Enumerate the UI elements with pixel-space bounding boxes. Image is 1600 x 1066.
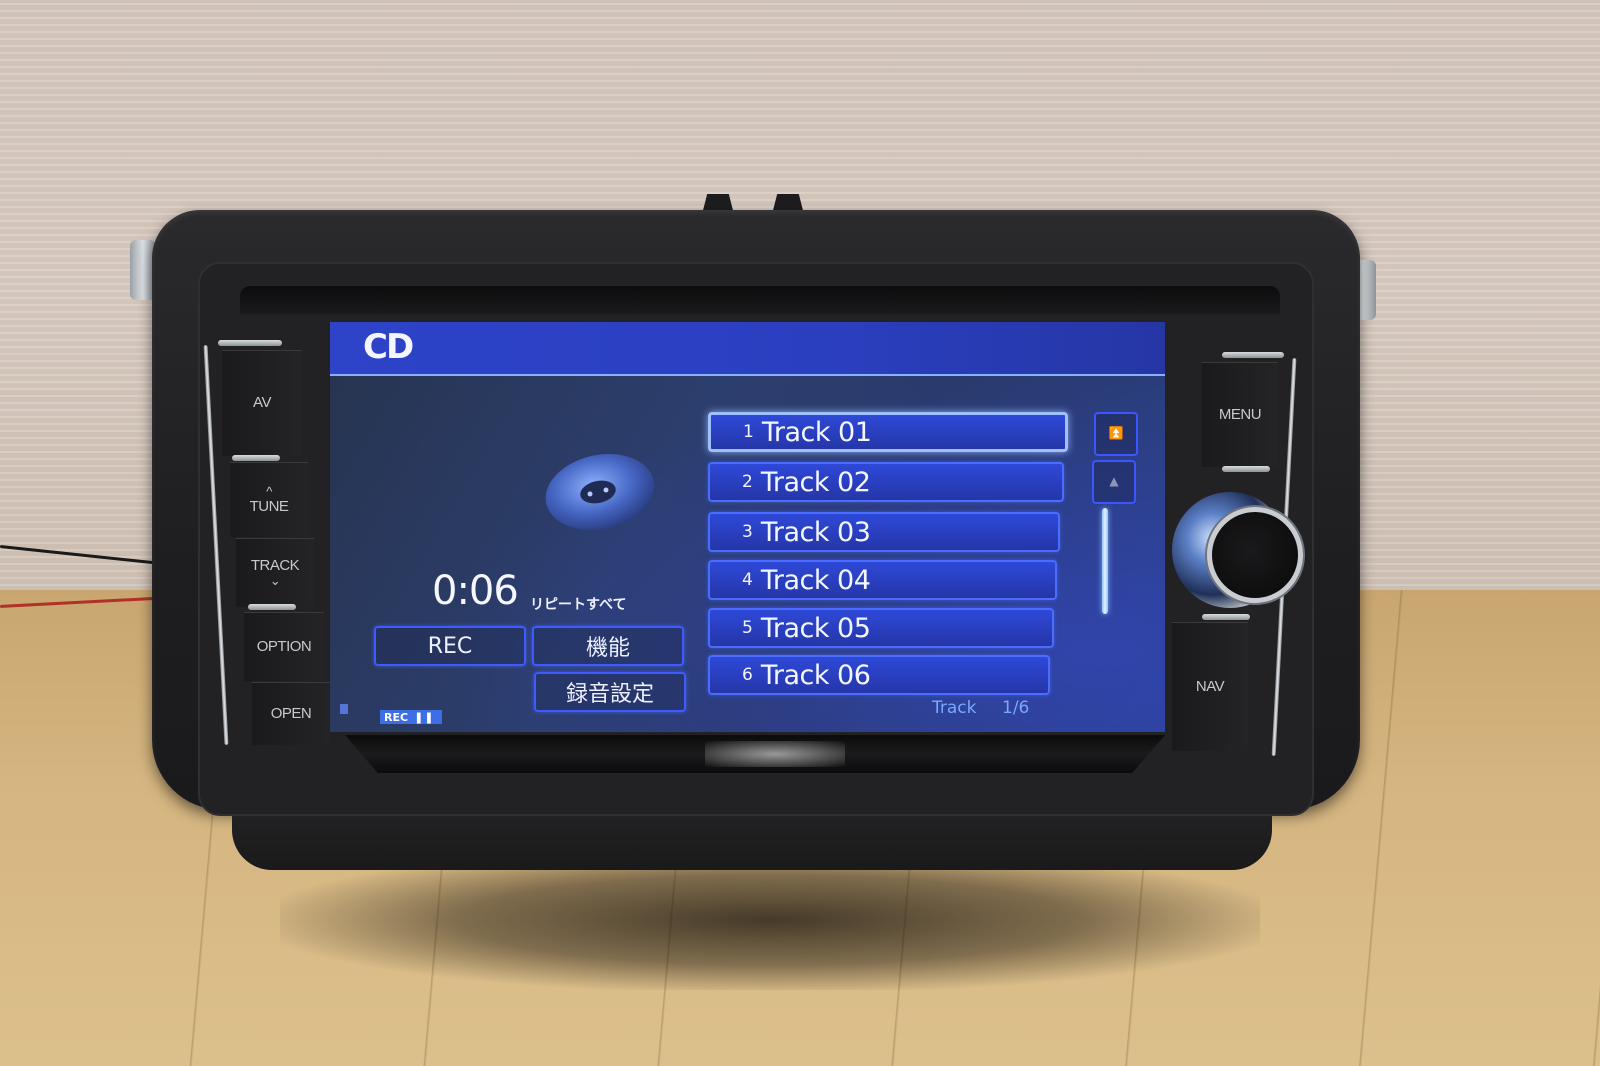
track-title: Track 02 xyxy=(760,466,871,498)
chrome-tab xyxy=(218,340,282,346)
tune-button-label: TUNE xyxy=(249,497,289,515)
side-marker-icon xyxy=(340,704,348,714)
scroll-top-button[interactable]: ⏫ xyxy=(1094,412,1138,456)
track-title: Track 06 xyxy=(760,659,871,691)
cd-disc-icon xyxy=(545,454,655,530)
display-screen: CD 0:06 リピートすべて REC 機能 録音設定 REC ❚❚ 1 Tra… xyxy=(330,322,1165,732)
gloss-trim-top xyxy=(240,286,1280,314)
open-button[interactable]: OPEN xyxy=(252,682,330,745)
av-button-label: AV xyxy=(253,394,271,412)
track-list-item[interactable]: 6 Track 06 xyxy=(708,655,1050,695)
chrome-tab xyxy=(232,455,280,461)
chevron-up-icon: ^ xyxy=(266,483,272,499)
menu-button-label: MENU xyxy=(1218,405,1262,423)
rec-settings-button[interactable]: 録音設定 xyxy=(534,672,686,712)
scroll-up-button[interactable]: ▲ xyxy=(1092,460,1136,504)
chevron-down-icon: ⌄ xyxy=(269,573,281,589)
track-list-item[interactable]: 1 Track 01 xyxy=(708,412,1068,452)
nav-button-label: NAV xyxy=(1195,677,1225,695)
chevron-up-icon: ▲ xyxy=(1109,474,1119,489)
rec-button[interactable]: REC xyxy=(374,626,526,666)
rec-button-label: REC xyxy=(427,633,473,659)
rec-status-label: REC xyxy=(384,710,409,724)
screen-header: CD xyxy=(330,322,1165,376)
track-down-button[interactable]: TRACK ⌄ xyxy=(236,538,314,607)
double-chevron-up-icon: ⏫ xyxy=(1108,426,1124,441)
list-scrollbar[interactable] xyxy=(1102,508,1108,614)
chrome-tab xyxy=(1222,466,1270,472)
chrome-tab xyxy=(248,604,296,610)
track-number: 2 xyxy=(742,472,753,492)
track-number: 6 xyxy=(742,665,753,685)
menu-button[interactable]: MENU xyxy=(1202,362,1278,467)
track-number: 5 xyxy=(742,618,753,638)
chrome-tab xyxy=(1222,352,1284,358)
function-button[interactable]: 機能 xyxy=(532,626,684,666)
track-page-label: Track xyxy=(932,698,977,718)
head-unit-base xyxy=(232,810,1272,870)
chrome-tab xyxy=(1202,614,1250,620)
option-button[interactable]: OPTION xyxy=(244,612,324,681)
av-button[interactable]: AV xyxy=(222,350,302,456)
source-title: CD xyxy=(363,327,414,367)
track-number: 1 xyxy=(743,422,754,442)
gloss-trim-bottom xyxy=(345,735,1165,773)
elapsed-time: 0:06 xyxy=(432,568,519,614)
option-button-label: OPTION xyxy=(256,637,312,655)
pause-icon: ❚❚ xyxy=(414,710,435,724)
rotary-knob[interactable] xyxy=(1207,507,1303,603)
track-list-item[interactable]: 3 Track 03 xyxy=(708,512,1060,552)
rec-settings-button-label: 録音設定 xyxy=(565,682,654,707)
rec-status-badge: REC ❚❚ xyxy=(380,710,442,724)
track-title: Track 04 xyxy=(760,564,871,596)
unit-shadow xyxy=(280,850,1260,990)
repeat-mode-label: リピートすべて xyxy=(530,597,627,613)
track-number: 4 xyxy=(742,570,753,590)
track-list-item[interactable]: 2 Track 02 xyxy=(708,462,1064,502)
track-button-label: TRACK xyxy=(250,556,300,574)
track-title: Track 05 xyxy=(760,612,871,644)
nav-button[interactable]: NAV xyxy=(1172,622,1248,751)
track-number: 3 xyxy=(742,522,753,542)
function-button-label: 機能 xyxy=(585,636,630,661)
track-list-item[interactable]: 4 Track 04 xyxy=(708,560,1057,600)
track-page-count: 1/6 xyxy=(1002,698,1030,718)
track-title: Track 01 xyxy=(761,416,872,448)
track-list-item[interactable]: 5 Track 05 xyxy=(708,608,1054,648)
track-title: Track 03 xyxy=(760,516,871,548)
open-button-label: OPEN xyxy=(270,704,312,722)
tune-up-button[interactable]: ^ TUNE xyxy=(230,462,308,537)
